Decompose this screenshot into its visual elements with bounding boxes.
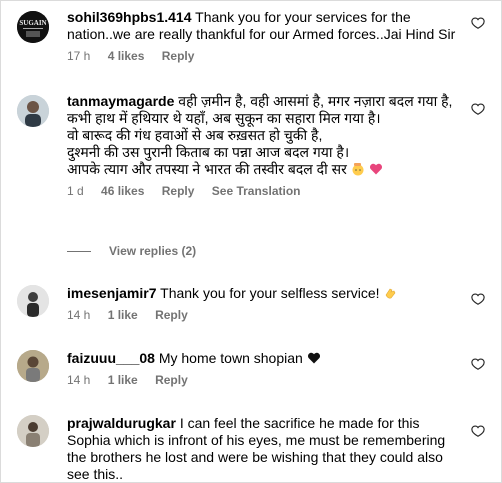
- avatar[interactable]: SUGAIN: [17, 11, 49, 43]
- comment-time: 1 d: [67, 184, 84, 198]
- comment-username[interactable]: sohil369hpbs1.414: [67, 9, 192, 25]
- comment-time: 17 h: [67, 49, 91, 63]
- clapping-hand-emoji-icon: [383, 286, 397, 300]
- like-heart-icon[interactable]: [471, 102, 485, 116]
- comment-likes[interactable]: 1 like: [108, 308, 138, 322]
- comment-text: Thank you for your selfless service!: [160, 285, 380, 301]
- comment-username[interactable]: imesenjamir7: [67, 285, 157, 301]
- comment-username[interactable]: prajwaldurugkar: [67, 415, 176, 431]
- comment-likes[interactable]: 1 like: [108, 373, 138, 387]
- salute-face-emoji-icon: [351, 162, 365, 176]
- reply-button[interactable]: Reply: [155, 373, 188, 387]
- like-heart-icon[interactable]: [471, 357, 485, 371]
- logo-avatar-icon: SUGAIN: [17, 11, 49, 43]
- comment-likes[interactable]: 4 likes: [108, 49, 145, 63]
- comment-meta: 14 h 1 like Reply: [67, 373, 459, 388]
- pink-heart-emoji-icon: [369, 162, 383, 176]
- avatar[interactable]: [17, 95, 49, 127]
- divider-line: [67, 250, 91, 252]
- avatar[interactable]: [17, 350, 49, 382]
- svg-text:SUGAIN: SUGAIN: [19, 19, 46, 27]
- black-heart-emoji-icon: [307, 351, 321, 365]
- comment-meta: 14 h 1 like Reply: [67, 308, 459, 323]
- comment-body: tanmaymagarde वही ज़मीन है, वही आसमां है…: [67, 93, 459, 199]
- like-heart-icon[interactable]: [471, 292, 485, 306]
- comment-time: 14 h: [67, 373, 91, 387]
- avatar[interactable]: [17, 285, 49, 317]
- comment-text-block: faizuuu___08 My home town shopian: [67, 350, 459, 367]
- reply-button[interactable]: Reply: [162, 49, 195, 63]
- comment-body: faizuuu___08 My home town shopian 14 h 1…: [67, 350, 459, 388]
- comment-username[interactable]: faizuuu___08: [67, 350, 155, 366]
- reply-button[interactable]: Reply: [162, 184, 195, 198]
- person-avatar-icon: [17, 285, 49, 317]
- comments-panel: SUGAIN sohil369hpbs1.414 Thank you for y…: [0, 0, 502, 483]
- person-avatar-icon: [17, 95, 49, 127]
- view-replies-button[interactable]: View replies (2): [67, 244, 196, 258]
- like-heart-icon[interactable]: [471, 424, 485, 438]
- like-heart-icon[interactable]: [471, 16, 485, 30]
- person-avatar-icon: [17, 350, 49, 382]
- comment-text-block: imesenjamir7 Thank you for your selfless…: [67, 285, 459, 302]
- comment-text-block: tanmaymagarde वही ज़मीन है, वही आसमां है…: [67, 93, 459, 178]
- comment-text-block: prajwaldurugkar I can feel the sacrifice…: [67, 415, 459, 482]
- comment-body: sohil369hpbs1.414 Thank you for your ser…: [67, 9, 459, 64]
- person-avatar-icon: [17, 415, 49, 447]
- comment-body: prajwaldurugkar I can feel the sacrifice…: [67, 415, 459, 482]
- comment-likes[interactable]: 46 likes: [101, 184, 144, 198]
- reply-button[interactable]: Reply: [155, 308, 188, 322]
- comment-body: imesenjamir7 Thank you for your selfless…: [67, 285, 459, 323]
- comment-text-block: sohil369hpbs1.414 Thank you for your ser…: [67, 9, 459, 43]
- view-replies-label: View replies (2): [109, 244, 197, 258]
- see-translation-button[interactable]: See Translation: [212, 184, 301, 198]
- comment-meta: 1 d 46 likes Reply See Translation: [67, 184, 459, 199]
- comment-time: 14 h: [67, 308, 91, 322]
- comment-meta: 17 h 4 likes Reply: [67, 49, 459, 64]
- comment-text: My home town shopian: [158, 350, 303, 366]
- avatar[interactable]: [17, 415, 49, 447]
- comment-username[interactable]: tanmaymagarde: [67, 93, 174, 109]
